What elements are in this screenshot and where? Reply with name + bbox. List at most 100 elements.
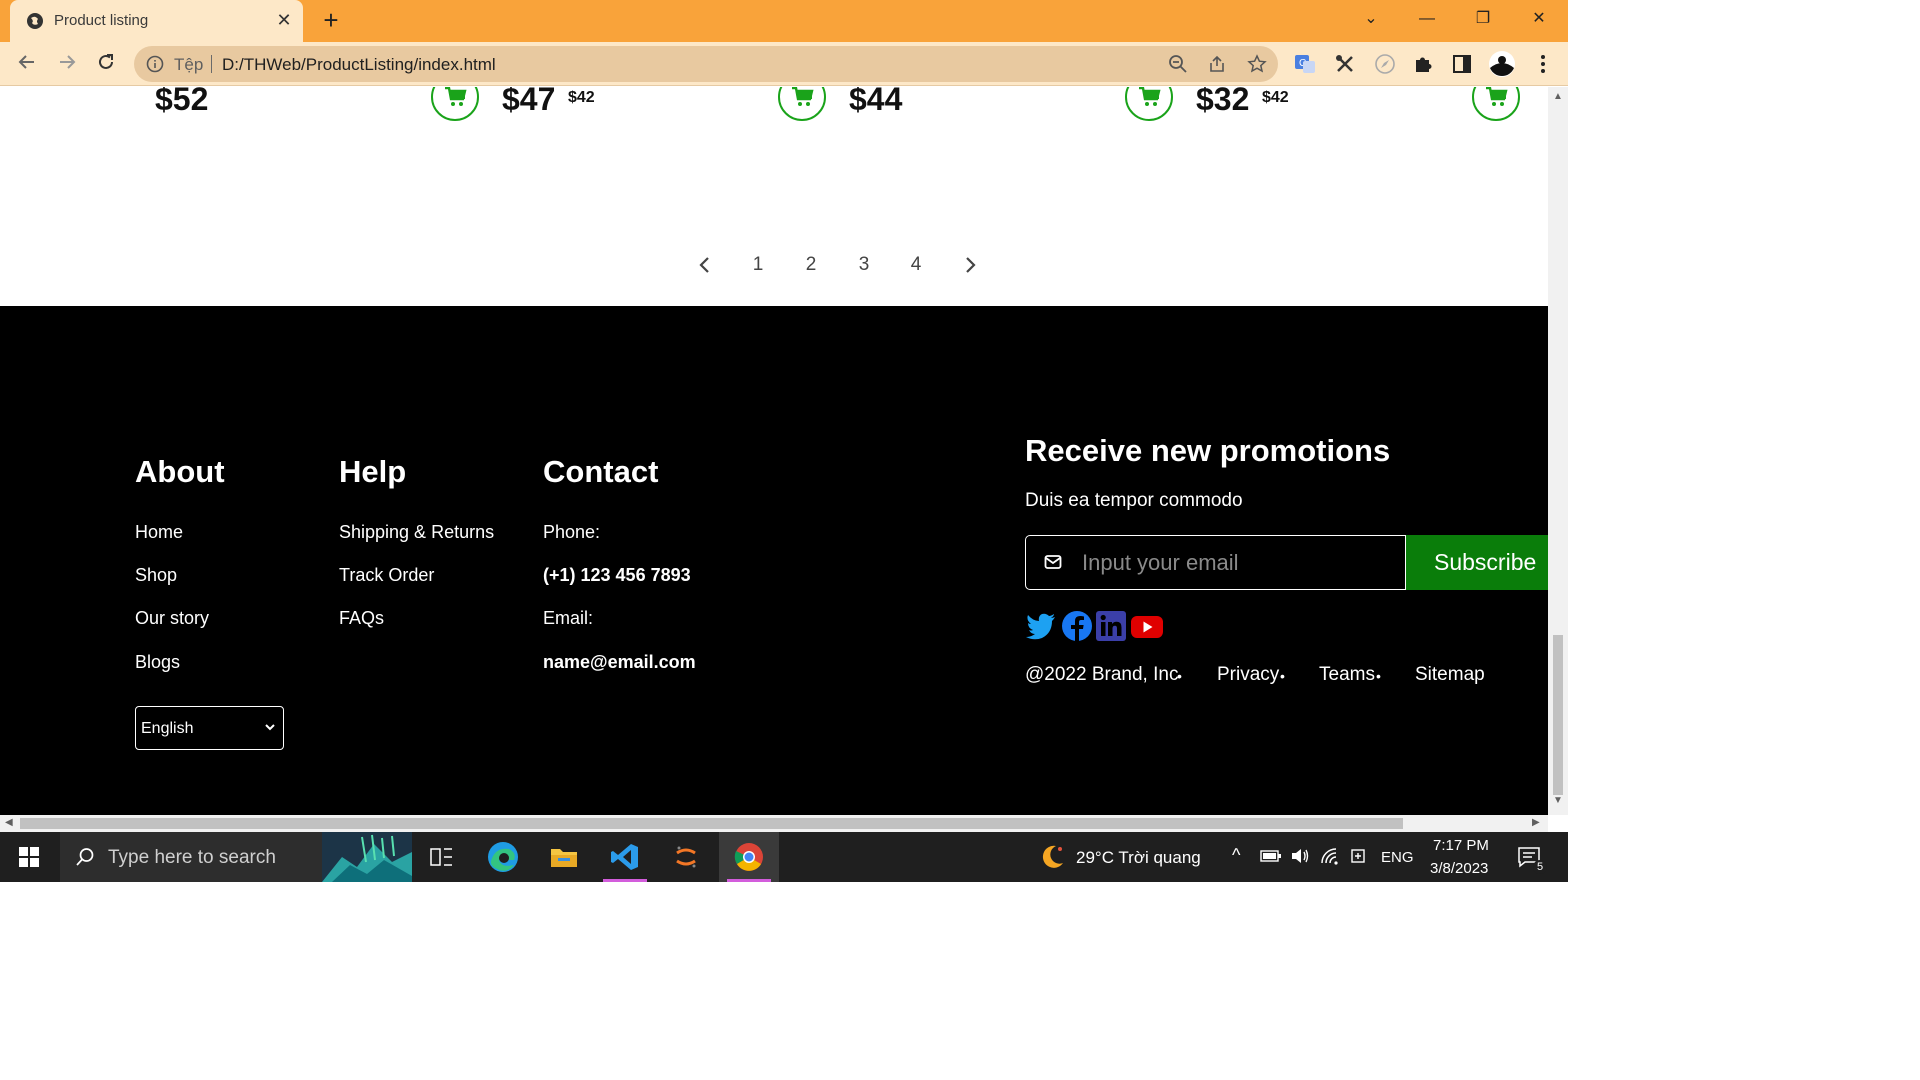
- forward-button[interactable]: [54, 52, 80, 78]
- new-tab-button[interactable]: +: [318, 7, 344, 34]
- battery-icon[interactable]: [1260, 849, 1282, 863]
- volume-icon[interactable]: [1290, 847, 1310, 865]
- menu-kebab-icon[interactable]: [1532, 53, 1554, 75]
- restore-button[interactable]: ❐: [1461, 4, 1505, 34]
- browser-tab-strip: Product listing ✕ + ⌄ — ❐ ✕: [0, 0, 1568, 42]
- footer-link-privacy[interactable]: Privacy: [1217, 664, 1279, 686]
- product-old-price: $42: [568, 89, 595, 106]
- youtube-icon[interactable]: [1130, 610, 1164, 642]
- footer-link-teams[interactable]: Teams: [1319, 664, 1375, 686]
- file-explorer-app[interactable]: [534, 832, 594, 882]
- cart-icon: [1139, 87, 1161, 106]
- cart-icon: [792, 87, 814, 106]
- extensions-puzzle-icon[interactable]: [1412, 53, 1434, 75]
- edge-icon: [488, 842, 518, 872]
- show-hidden-icons-icon[interactable]: ^: [1232, 845, 1240, 866]
- pagination-page[interactable]: 1: [746, 251, 770, 279]
- add-to-cart-button[interactable]: [778, 87, 826, 121]
- share-icon[interactable]: [1207, 54, 1227, 74]
- address-bar[interactable]: Tệp D:/THWeb/ProductListing/index.html: [134, 46, 1278, 82]
- vscode-app[interactable]: [595, 832, 655, 882]
- bookmark-star-icon[interactable]: [1247, 54, 1267, 74]
- pagination-page[interactable]: 4: [904, 251, 928, 279]
- scroll-down-arrow-icon[interactable]: ▼: [1553, 795, 1563, 806]
- pagination-page[interactable]: 3: [852, 251, 876, 279]
- add-to-cart-button[interactable]: [431, 87, 479, 121]
- url-text[interactable]: D:/THWeb/ProductListing/index.html: [222, 55, 496, 75]
- chevron-right-icon: [966, 257, 976, 273]
- promo-subtitle: Duis ea tempor commodo: [1025, 490, 1243, 511]
- chrome-app[interactable]: [719, 832, 779, 882]
- horizontal-scrollbar[interactable]: ◀ ▶: [0, 815, 1548, 832]
- ime-mode-icon[interactable]: [1350, 847, 1368, 865]
- translate-icon[interactable]: G: [1294, 53, 1316, 75]
- add-to-cart-button[interactable]: [1472, 87, 1520, 121]
- bullet-separator: •: [1280, 668, 1285, 684]
- footer-link-shop[interactable]: Shop: [135, 565, 177, 586]
- forward-arrow-icon: [60, 55, 76, 69]
- zoom-icon[interactable]: [1168, 54, 1188, 74]
- running-indicator: [727, 879, 771, 882]
- horizontal-scroll-thumb[interactable]: [20, 818, 1403, 829]
- footer-link-faqs[interactable]: FAQs: [339, 608, 384, 629]
- reload-button[interactable]: [93, 52, 119, 78]
- email-placeholder: Input your email: [1082, 550, 1239, 575]
- clock-time[interactable]: 7:17 PM: [1433, 837, 1489, 854]
- scroll-left-arrow-icon[interactable]: ◀: [5, 817, 13, 828]
- tools-extension-icon[interactable]: [1334, 53, 1356, 75]
- browser-tab[interactable]: Product listing ✕: [10, 0, 303, 42]
- edge-app[interactable]: [473, 832, 533, 882]
- vscode-icon: [611, 844, 638, 870]
- weather-text[interactable]: 29°C Trời quang: [1076, 848, 1201, 868]
- sublime-app[interactable]: [656, 832, 716, 882]
- clock-date[interactable]: 3/8/2023: [1430, 860, 1488, 877]
- windows-start-icon[interactable]: [19, 847, 39, 867]
- mail-icon: [1044, 555, 1062, 569]
- linkedin-icon[interactable]: [1095, 610, 1127, 642]
- footer-heading-about: About: [135, 454, 225, 489]
- pagination-next-button[interactable]: [958, 251, 982, 279]
- product-price: $52: [155, 87, 209, 117]
- profile-avatar[interactable]: [1488, 50, 1516, 78]
- footer-link-blogs[interactable]: Blogs: [135, 652, 180, 673]
- footer-link-track-order[interactable]: Track Order: [339, 565, 434, 586]
- input-language[interactable]: ENG: [1381, 849, 1414, 866]
- vertical-scrollbar[interactable]: ▲ ▼: [1548, 87, 1568, 815]
- wifi-icon[interactable]: [1320, 847, 1340, 865]
- pagination-page[interactable]: 2: [799, 251, 823, 279]
- info-icon[interactable]: [146, 55, 164, 73]
- facebook-icon[interactable]: [1061, 610, 1093, 642]
- contact-phone-label: Phone:: [543, 522, 601, 542]
- contact-email: name@email.com: [543, 652, 696, 672]
- twitter-icon[interactable]: [1025, 610, 1057, 642]
- side-panel-icon[interactable]: [1451, 53, 1473, 75]
- url-scheme-label: Tệp: [174, 55, 204, 74]
- contact-email-label: Email:: [543, 608, 594, 628]
- subscribe-button[interactable]: Subscribe: [1406, 535, 1548, 590]
- task-view-button[interactable]: [412, 832, 472, 882]
- reload-icon: [99, 54, 113, 69]
- close-window-button[interactable]: ✕: [1517, 4, 1561, 34]
- url-separator: [211, 55, 212, 73]
- site-footer: About Home Shop Our story Blogs Help Shi…: [0, 306, 1548, 815]
- tab-search-icon[interactable]: ⌄: [1349, 4, 1393, 34]
- bullet-separator: •: [1376, 668, 1381, 684]
- folder-icon: [551, 849, 577, 867]
- promo-email-field[interactable]: Input your email: [1025, 535, 1406, 590]
- tab-close-icon[interactable]: ✕: [274, 10, 294, 30]
- footer-link-home[interactable]: Home: [135, 522, 183, 543]
- back-button[interactable]: [14, 52, 40, 78]
- footer-link-shipping[interactable]: Shipping & Returns: [339, 522, 494, 543]
- footer-link-sitemap[interactable]: Sitemap: [1415, 664, 1485, 686]
- scroll-up-arrow-icon[interactable]: ▲: [1553, 91, 1563, 102]
- vertical-scroll-thumb[interactable]: [1553, 635, 1563, 795]
- compass-extension-icon[interactable]: [1374, 53, 1396, 75]
- taskbar-search-box[interactable]: Type here to search: [60, 832, 412, 882]
- language-select[interactable]: English: [135, 706, 284, 750]
- minimize-button[interactable]: —: [1405, 4, 1449, 34]
- add-to-cart-button[interactable]: [1125, 87, 1173, 121]
- pagination-prev-button[interactable]: [693, 251, 717, 279]
- chevron-left-icon: [699, 257, 709, 273]
- footer-link-our-story[interactable]: Our story: [135, 608, 209, 629]
- scroll-right-arrow-icon[interactable]: ▶: [1532, 817, 1540, 828]
